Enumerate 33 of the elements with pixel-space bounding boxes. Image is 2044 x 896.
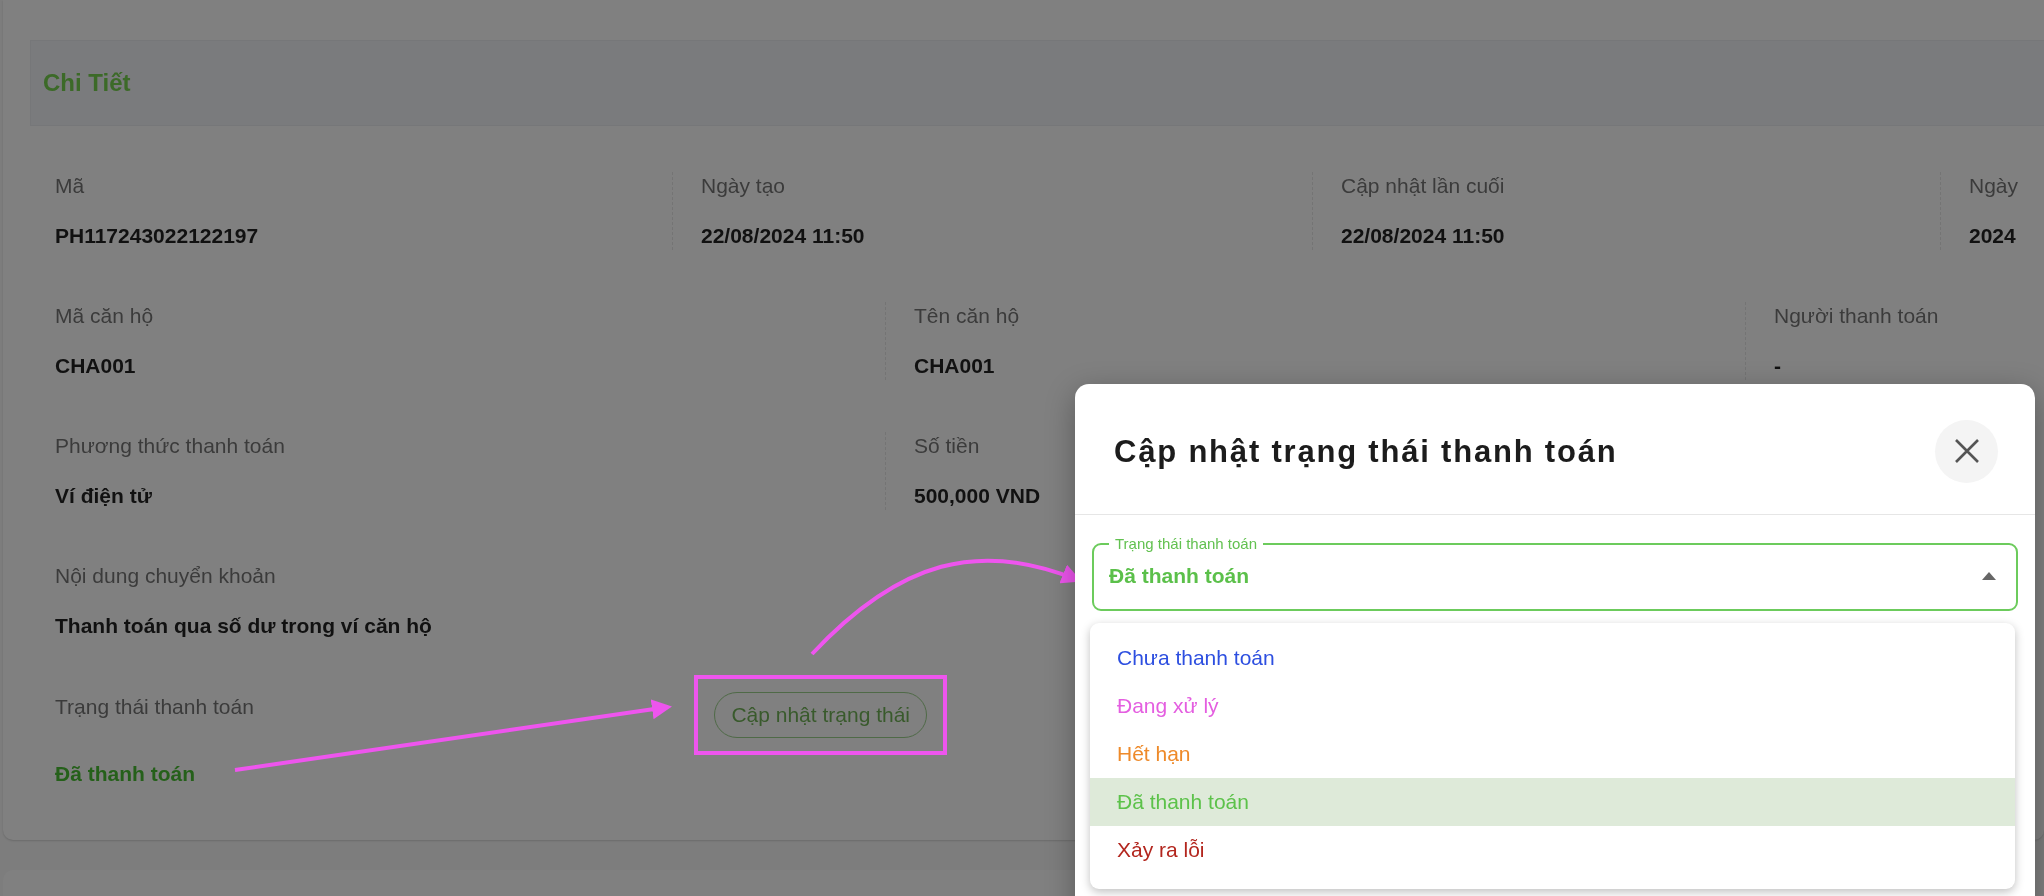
- field-value: 22/08/2024 11:50: [701, 223, 865, 249]
- field-label: Ngày tạo: [701, 173, 786, 199]
- status-select[interactable]: Trạng thái thanh toán Đã thanh toán: [1092, 535, 2018, 611]
- field-value: Ví điện tử: [55, 483, 152, 509]
- field-label: Trạng thái thanh toán: [55, 694, 254, 720]
- field-label: Cập nhật lần cuối: [1341, 173, 1505, 199]
- field-label: Ngày: [1969, 173, 2019, 199]
- dialog-title: Cập nhật trạng thái thanh toán: [1114, 434, 1618, 470]
- field-value: 500,000 VND: [914, 483, 1041, 509]
- field-label: Mã: [55, 173, 85, 199]
- field-value: CHA001: [55, 353, 136, 379]
- status-value: Đã thanh toán: [55, 761, 195, 787]
- status-option[interactable]: Đã thanh toán: [1090, 778, 2015, 826]
- select-label: Trạng thái thanh toán: [1114, 535, 1259, 552]
- section-title: Chi Tiết: [43, 69, 131, 97]
- status-option[interactable]: Xảy ra lỗi: [1090, 826, 2015, 874]
- close-icon: [1953, 438, 1980, 464]
- field-value: CHA001: [914, 353, 995, 379]
- field-label: Số tiền: [914, 433, 980, 459]
- status-option[interactable]: Hết hạn: [1090, 730, 2015, 778]
- field-value: -: [1774, 353, 1781, 379]
- field-value: 22/08/2024 11:50: [1341, 223, 1505, 249]
- field-label: Người thanh toán: [1774, 303, 1939, 329]
- field-label: Nội dung chuyển khoản: [55, 563, 276, 589]
- status-option[interactable]: Chưa thanh toán: [1090, 634, 2015, 682]
- caret-icon: [1982, 571, 1996, 580]
- field-label: Mã căn hộ: [55, 303, 154, 329]
- field-value: 2024: [1969, 223, 2016, 249]
- field-value: PH117243022122197: [55, 223, 259, 249]
- status-option[interactable]: Đang xử lý: [1090, 682, 2015, 730]
- field-value: Thanh toán qua số dư trong ví căn hộ: [55, 613, 432, 639]
- field-label: Tên căn hộ: [914, 303, 1020, 329]
- field-label: Phương thức thanh toán: [55, 433, 285, 459]
